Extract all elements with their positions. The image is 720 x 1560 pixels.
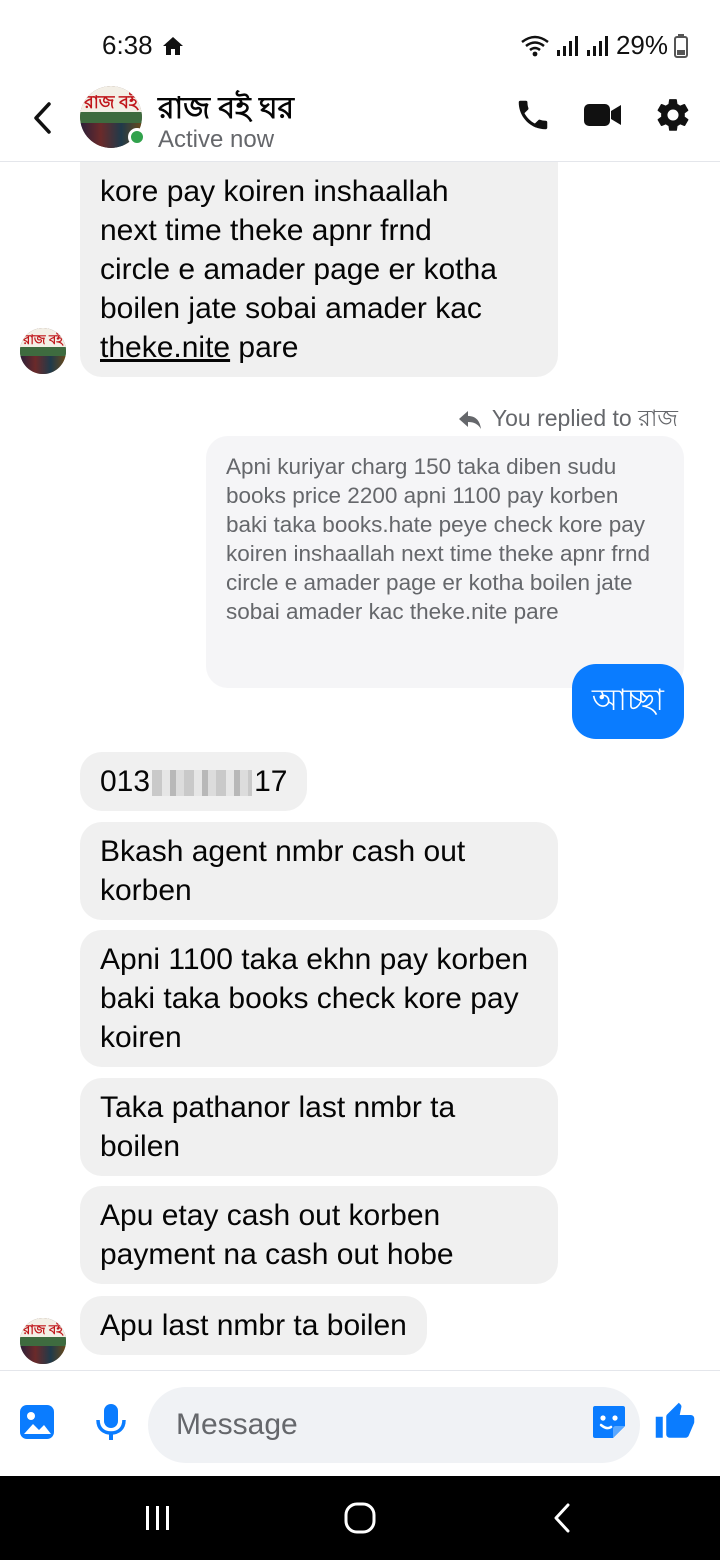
message-bubble[interactable]: 013 17 — [80, 752, 308, 811]
video-call-button[interactable] — [582, 94, 624, 136]
sticker-icon — [593, 1406, 625, 1438]
status-indicators: 29% — [520, 30, 688, 61]
message-bubble[interactable]: Apu last nmbr ta boilen — [80, 1296, 427, 1355]
video-icon — [584, 104, 621, 126]
home-circle-icon — [344, 1502, 376, 1534]
back-button[interactable] — [22, 98, 62, 138]
phone-number-prefix: 013 — [100, 765, 151, 798]
header-actions — [512, 94, 694, 136]
voice-button[interactable] — [90, 1401, 132, 1443]
system-nav-bar — [0, 1476, 720, 1560]
chat-header: রাজ বই রাজ বই ঘর Active now — [0, 84, 720, 162]
message-bubble[interactable]: Apu etay cash out korben payment na cash… — [80, 1186, 558, 1284]
message-bubble[interactable]: kore pay koiren inshaallah next time the… — [80, 162, 558, 377]
message-link[interactable]: theke.nite — [100, 331, 230, 364]
phone-number-suffix: 17 — [254, 765, 288, 798]
phone-icon — [518, 100, 548, 130]
call-button[interactable] — [512, 94, 554, 136]
recent-apps-icon — [146, 1506, 169, 1530]
home-icon — [162, 36, 183, 55]
like-button[interactable] — [654, 1401, 696, 1443]
online-indicator — [128, 128, 146, 146]
status-bar: 6:38 29% — [0, 0, 720, 84]
message-bubble[interactable]: Taka pathanor last nmbr ta boilen — [80, 1078, 558, 1176]
reply-icon — [458, 410, 481, 429]
sticker-button[interactable] — [588, 1401, 630, 1443]
message-bubble[interactable]: Bkash agent nmbr cash out korben — [80, 822, 558, 920]
status-time: 6:38 — [102, 30, 185, 61]
sender-avatar[interactable]: রাজ বই — [20, 1318, 66, 1364]
microphone-icon — [96, 1404, 126, 1440]
thumbs-up-icon — [655, 1402, 695, 1438]
chevron-left-icon — [554, 1503, 570, 1533]
redacted-digits — [152, 770, 253, 797]
message-input[interactable] — [148, 1387, 640, 1463]
quoted-message[interactable]: Apni kuriyar charg 150 taka diben sudu b… — [206, 436, 684, 688]
wifi-icon — [521, 35, 549, 56]
signal-icon — [586, 35, 608, 56]
battery-percent: 29% — [615, 30, 668, 60]
message-composer — [0, 1370, 720, 1476]
settings-button[interactable] — [652, 94, 694, 136]
home-button[interactable] — [338, 1498, 382, 1538]
system-back-button[interactable] — [540, 1498, 584, 1538]
replied-label: You replied to রাজ — [458, 400, 678, 439]
battery-icon — [674, 33, 688, 58]
gear-icon — [657, 99, 689, 131]
recent-apps-button[interactable] — [136, 1498, 180, 1538]
gallery-button[interactable] — [16, 1401, 58, 1443]
signal-icon — [556, 35, 578, 56]
message-list[interactable]: kore pay koiren inshaallah next time the… — [0, 162, 720, 1370]
active-status: Active now — [158, 126, 275, 153]
sent-message-bubble[interactable]: আচ্ছা — [571, 664, 684, 739]
gallery-icon — [20, 1405, 54, 1439]
sender-avatar[interactable]: রাজ বই — [20, 328, 66, 374]
back-arrow-icon — [34, 102, 51, 134]
message-bubble[interactable]: Apni 1100 taka ekhn pay korben baki taka… — [80, 930, 558, 1067]
